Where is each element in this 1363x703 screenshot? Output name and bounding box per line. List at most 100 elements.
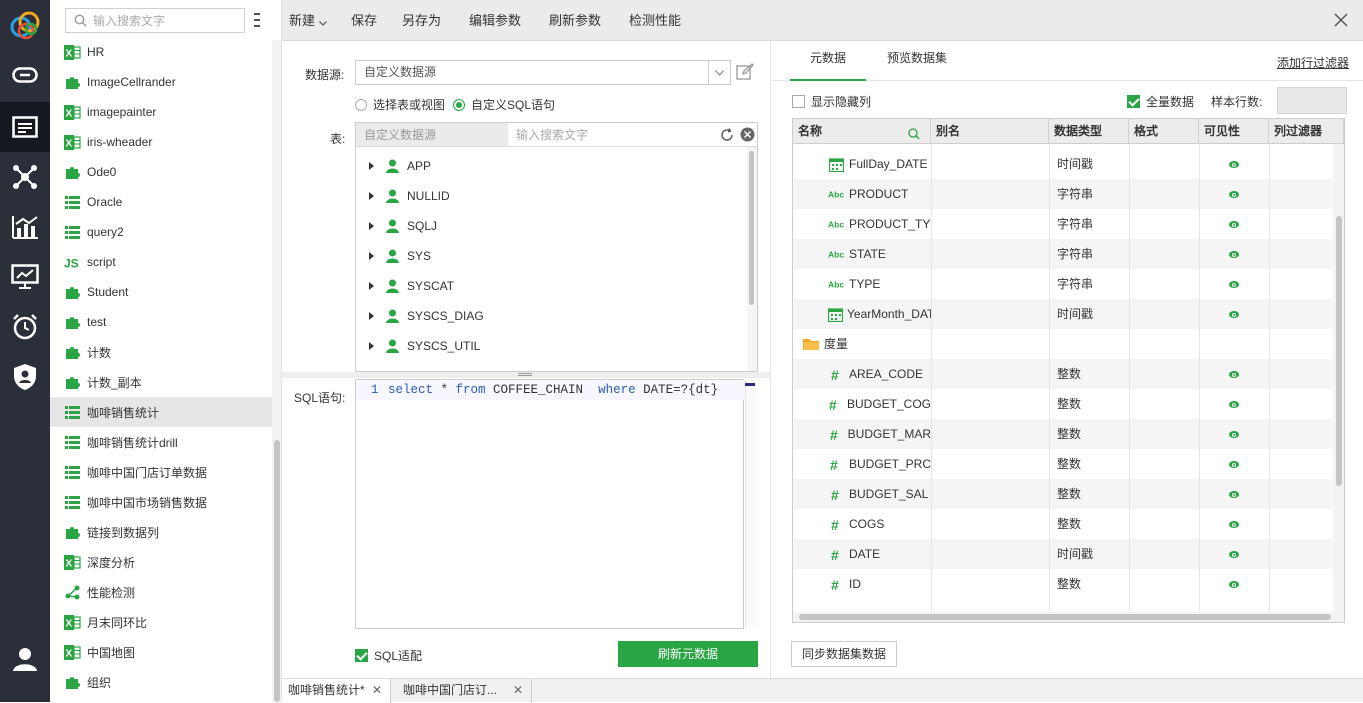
shield-icon[interactable]: [0, 352, 50, 402]
refresh-metadata-button[interactable]: 刷新元数据: [618, 641, 758, 667]
tree-item[interactable]: Ximagepainter: [50, 97, 272, 127]
visibility-eye-icon[interactable]: [1229, 299, 1249, 329]
tree-search-box[interactable]: [65, 8, 245, 33]
user-icon[interactable]: [0, 634, 50, 684]
tree-item[interactable]: 计数: [50, 337, 272, 367]
table-row[interactable]: # BUDGET_SAL 整数: [793, 479, 1333, 509]
tree-item[interactable]: JS script: [50, 247, 272, 277]
tree-item[interactable]: Ode0: [50, 157, 272, 187]
sample-rows-input[interactable]: [1277, 87, 1347, 114]
table-row[interactable]: YearMonth_DAT 时间戳: [793, 299, 1333, 329]
expand-arrow-icon[interactable]: [369, 162, 374, 170]
table-row[interactable]: 度量: [793, 329, 1333, 359]
schema-item[interactable]: SYSCAT: [356, 271, 746, 301]
network-icon[interactable]: [0, 152, 50, 202]
expand-arrow-icon[interactable]: [369, 342, 374, 350]
tab-preview-dataset[interactable]: 预览数据集: [876, 41, 958, 81]
full-data-checkbox[interactable]: 全量数据: [1127, 93, 1194, 110]
tree-item[interactable]: test: [50, 307, 272, 337]
save-button[interactable]: 保存: [351, 0, 377, 41]
tree-item[interactable]: Oracle: [50, 187, 272, 217]
col-header-format[interactable]: 格式: [1129, 119, 1199, 144]
table-row[interactable]: # COGS 整数: [793, 509, 1333, 539]
tree-item[interactable]: Student: [50, 277, 272, 307]
tree-item[interactable]: X 中国地图: [50, 637, 272, 667]
expand-arrow-icon[interactable]: [369, 312, 374, 320]
schema-item[interactable]: NULLID: [356, 181, 746, 211]
visibility-eye-icon[interactable]: [1229, 539, 1249, 569]
visibility-eye-icon[interactable]: [1229, 419, 1249, 449]
tree-item[interactable]: 组织: [50, 667, 272, 697]
doc-tab-0[interactable]: 咖啡销售统计* ✕: [282, 679, 391, 703]
refresh-params-button[interactable]: 刷新参数: [549, 0, 601, 41]
tree-item[interactable]: X 月末同环比: [50, 607, 272, 637]
visibility-eye-icon[interactable]: [1229, 269, 1249, 299]
close-icon[interactable]: ✕: [372, 679, 382, 702]
radio-custom-sql[interactable]: 自定义SQL语句: [453, 96, 555, 113]
tree-item[interactable]: Xiris-wheader: [50, 127, 272, 157]
schema-item[interactable]: SYS: [356, 241, 746, 271]
visibility-eye-icon[interactable]: [1229, 509, 1249, 539]
tree-item[interactable]: 咖啡销售统计: [50, 397, 272, 427]
expand-arrow-icon[interactable]: [369, 252, 374, 260]
doc-tab-1[interactable]: 咖啡中国门店订... ✕: [391, 679, 532, 703]
schema-item[interactable]: SYSCS_DIAG: [356, 301, 746, 331]
table-row[interactable]: # BUDGET_PRC 整数: [793, 449, 1333, 479]
radio-table-view[interactable]: 选择表或视图: [355, 96, 445, 113]
visibility-eye-icon[interactable]: [1229, 449, 1249, 479]
schema-item[interactable]: APP: [356, 151, 746, 181]
schema-item[interactable]: SQLJ: [356, 211, 746, 241]
tree-item[interactable]: 链接到数据列: [50, 517, 272, 547]
sync-dataset-button[interactable]: 同步数据集数据: [791, 641, 897, 667]
search-icon[interactable]: [908, 124, 920, 149]
datasource-select[interactable]: 自定义数据源: [355, 60, 731, 85]
visibility-eye-icon[interactable]: [1229, 239, 1249, 269]
tree-search-input[interactable]: [93, 9, 243, 32]
table-row[interactable]: Abc STATE 字符串: [793, 239, 1333, 269]
link-icon[interactable]: [0, 50, 50, 100]
visibility-eye-icon[interactable]: [1229, 149, 1249, 179]
expand-arrow-icon[interactable]: [369, 222, 374, 230]
schema-scrollbar[interactable]: [747, 147, 757, 371]
table-row[interactable]: # BUDGET_MAR 整数: [793, 419, 1333, 449]
chart-icon[interactable]: [0, 202, 50, 252]
save-as-button[interactable]: 另存为: [402, 0, 441, 41]
table-row[interactable]: Abc PRODUCT 字符串: [793, 179, 1333, 209]
tree-item[interactable]: query2: [50, 217, 272, 247]
visibility-eye-icon[interactable]: [1229, 479, 1249, 509]
visibility-eye-icon[interactable]: [1229, 209, 1249, 239]
table-row[interactable]: Abc PRODUCT_TY 字符串: [793, 209, 1333, 239]
tree-item[interactable]: 咖啡销售统计drill: [50, 427, 272, 457]
col-header-alias[interactable]: 别名: [931, 119, 1049, 144]
sql-adapt-checkbox[interactable]: SQL适配: [355, 647, 422, 664]
table-row[interactable]: FullDay_DATE 时间戳: [793, 149, 1333, 179]
grid-vertical-scrollbar[interactable]: [1333, 144, 1344, 612]
new-button[interactable]: 新建: [289, 0, 327, 41]
refresh-icon[interactable]: [720, 128, 734, 145]
tree-item[interactable]: 咖啡中国门店订单数据: [50, 457, 272, 487]
close-icon[interactable]: ✕: [513, 679, 523, 702]
add-row-filter-link[interactable]: 添加行过滤器: [1277, 54, 1349, 71]
report-icon[interactable]: [0, 102, 50, 152]
table-row[interactable]: # BUDGET_COG 整数: [793, 389, 1333, 419]
col-header-filter[interactable]: 列过滤器: [1269, 119, 1344, 144]
table-row[interactable]: # ID 整数: [793, 569, 1333, 599]
tree-item[interactable]: X 深度分析: [50, 547, 272, 577]
tree-item[interactable]: 咖啡中国市场销售数据: [50, 487, 272, 517]
more-menu-icon[interactable]: [253, 12, 261, 31]
tree-item[interactable]: ImageCellrander: [50, 67, 272, 97]
expand-arrow-icon[interactable]: [369, 282, 374, 290]
tree-item[interactable]: 性能检测: [50, 577, 272, 607]
tree-item[interactable]: 计数_副本: [50, 367, 272, 397]
show-hidden-columns-checkbox[interactable]: 显示隐藏列: [792, 93, 871, 110]
visibility-eye-icon[interactable]: [1229, 359, 1249, 389]
edit-icon[interactable]: [736, 63, 754, 84]
tab-metadata[interactable]: 元数据: [790, 41, 866, 81]
grid-horizontal-scrollbar[interactable]: [793, 612, 1344, 622]
visibility-eye-icon[interactable]: [1229, 179, 1249, 209]
visibility-eye-icon[interactable]: [1229, 569, 1249, 599]
col-header-name[interactable]: 名称: [793, 119, 931, 144]
table-row[interactable]: Abc TYPE 字符串: [793, 269, 1333, 299]
edit-params-button[interactable]: 编辑参数: [469, 0, 521, 41]
alarm-clock-icon[interactable]: [0, 302, 50, 352]
